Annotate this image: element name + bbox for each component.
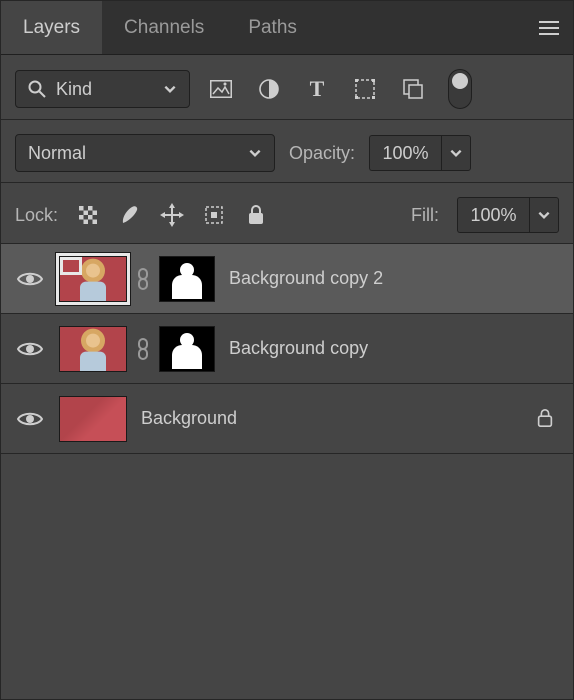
chevron-down-icon xyxy=(537,208,551,222)
filter-row: Kind T xyxy=(1,55,573,120)
pixel-layer-icon xyxy=(210,80,232,98)
visibility-toggle[interactable] xyxy=(15,264,45,294)
filter-type-icons: T xyxy=(208,76,426,102)
layer-row[interactable]: Background xyxy=(1,384,573,454)
filter-adjustment-layer-button[interactable] xyxy=(256,76,282,102)
fill-control: 100% xyxy=(457,197,559,233)
opacity-control: 100% xyxy=(369,135,471,171)
opacity-label: Opacity: xyxy=(289,143,355,164)
lock-pixels-button[interactable] xyxy=(118,203,142,227)
lock-pixels-icon xyxy=(118,203,142,227)
lock-indicator-icon xyxy=(535,408,557,430)
fill-stepper[interactable] xyxy=(529,197,559,233)
link-icon xyxy=(135,338,151,360)
adjustment-layer-icon xyxy=(258,78,280,100)
lock-position-button[interactable] xyxy=(160,203,184,227)
fill-input[interactable]: 100% xyxy=(457,197,529,233)
panel-menu-button[interactable] xyxy=(531,1,567,54)
shape-layer-icon xyxy=(354,78,376,100)
type-layer-icon: T xyxy=(310,78,325,100)
chevron-down-icon xyxy=(449,146,463,160)
blend-row: Normal Opacity: 100% xyxy=(1,120,573,183)
visibility-icon xyxy=(17,270,43,288)
filter-kind-select[interactable]: Kind xyxy=(15,70,190,108)
thumbnail-content xyxy=(82,333,104,371)
lock-all-icon xyxy=(245,204,267,226)
layer-thumbnails xyxy=(59,396,127,442)
lock-artboard-icon xyxy=(202,203,226,227)
layer-thumbnails xyxy=(59,256,215,302)
fill-value: 100% xyxy=(470,205,516,226)
tab-label: Paths xyxy=(248,17,297,39)
visibility-toggle[interactable] xyxy=(15,334,45,364)
blend-mode-value: Normal xyxy=(28,143,86,164)
lock-position-icon xyxy=(160,203,184,227)
lock-transparency-button[interactable] xyxy=(76,203,100,227)
visibility-icon xyxy=(17,340,43,358)
tab-paths[interactable]: Paths xyxy=(226,1,319,54)
layer-thumbnail[interactable] xyxy=(59,326,127,372)
opacity-stepper[interactable] xyxy=(441,135,471,171)
lock-row: Lock: Fill: xyxy=(1,183,573,244)
panel-menu-icon xyxy=(539,21,559,35)
lock-all-button[interactable] xyxy=(244,203,268,227)
fill-label: Fill: xyxy=(411,205,439,226)
tab-label: Channels xyxy=(124,17,204,39)
lock-transparency-icon xyxy=(77,204,99,226)
layer-name[interactable]: Background copy 2 xyxy=(229,268,557,289)
link-icon xyxy=(135,268,151,290)
filter-shape-layer-button[interactable] xyxy=(352,76,378,102)
smart-object-icon xyxy=(402,78,424,100)
chevron-down-icon xyxy=(163,82,177,96)
spacer xyxy=(319,1,531,54)
tab-label: Layers xyxy=(23,17,80,39)
lock-artboard-button[interactable] xyxy=(202,203,226,227)
chevron-down-icon xyxy=(248,146,262,160)
layer-name[interactable]: Background xyxy=(141,408,521,429)
visibility-toggle[interactable] xyxy=(15,404,45,434)
panel-tabbar: Layers Channels Paths xyxy=(1,1,573,55)
search-icon xyxy=(28,80,46,98)
opacity-value: 100% xyxy=(383,143,429,164)
layer-row[interactable]: Background copy xyxy=(1,314,573,384)
filter-toggle[interactable] xyxy=(448,69,472,109)
layer-thumbnails xyxy=(59,326,215,372)
layer-list: Background copy 2 Background copy xyxy=(1,244,573,699)
layer-name[interactable]: Background copy xyxy=(229,338,557,359)
layer-thumbnail[interactable] xyxy=(59,396,127,442)
tab-channels[interactable]: Channels xyxy=(102,1,226,54)
blend-mode-select[interactable]: Normal xyxy=(15,134,275,172)
filter-kind-label: Kind xyxy=(56,79,92,100)
filter-smart-object-button[interactable] xyxy=(400,76,426,102)
layer-mask-thumbnail[interactable] xyxy=(159,256,215,302)
layer-thumbnail[interactable] xyxy=(59,256,127,302)
thumbnail-content xyxy=(82,263,104,301)
layer-row[interactable]: Background copy 2 xyxy=(1,244,573,314)
layers-panel: Layers Channels Paths Kind xyxy=(0,0,574,700)
filter-pixel-layer-button[interactable] xyxy=(208,76,234,102)
filter-type-layer-button[interactable]: T xyxy=(304,76,330,102)
visibility-icon xyxy=(17,410,43,428)
layer-mask-thumbnail[interactable] xyxy=(159,326,215,372)
opacity-input[interactable]: 100% xyxy=(369,135,441,171)
tab-layers[interactable]: Layers xyxy=(1,1,102,54)
lock-label: Lock: xyxy=(15,205,58,226)
